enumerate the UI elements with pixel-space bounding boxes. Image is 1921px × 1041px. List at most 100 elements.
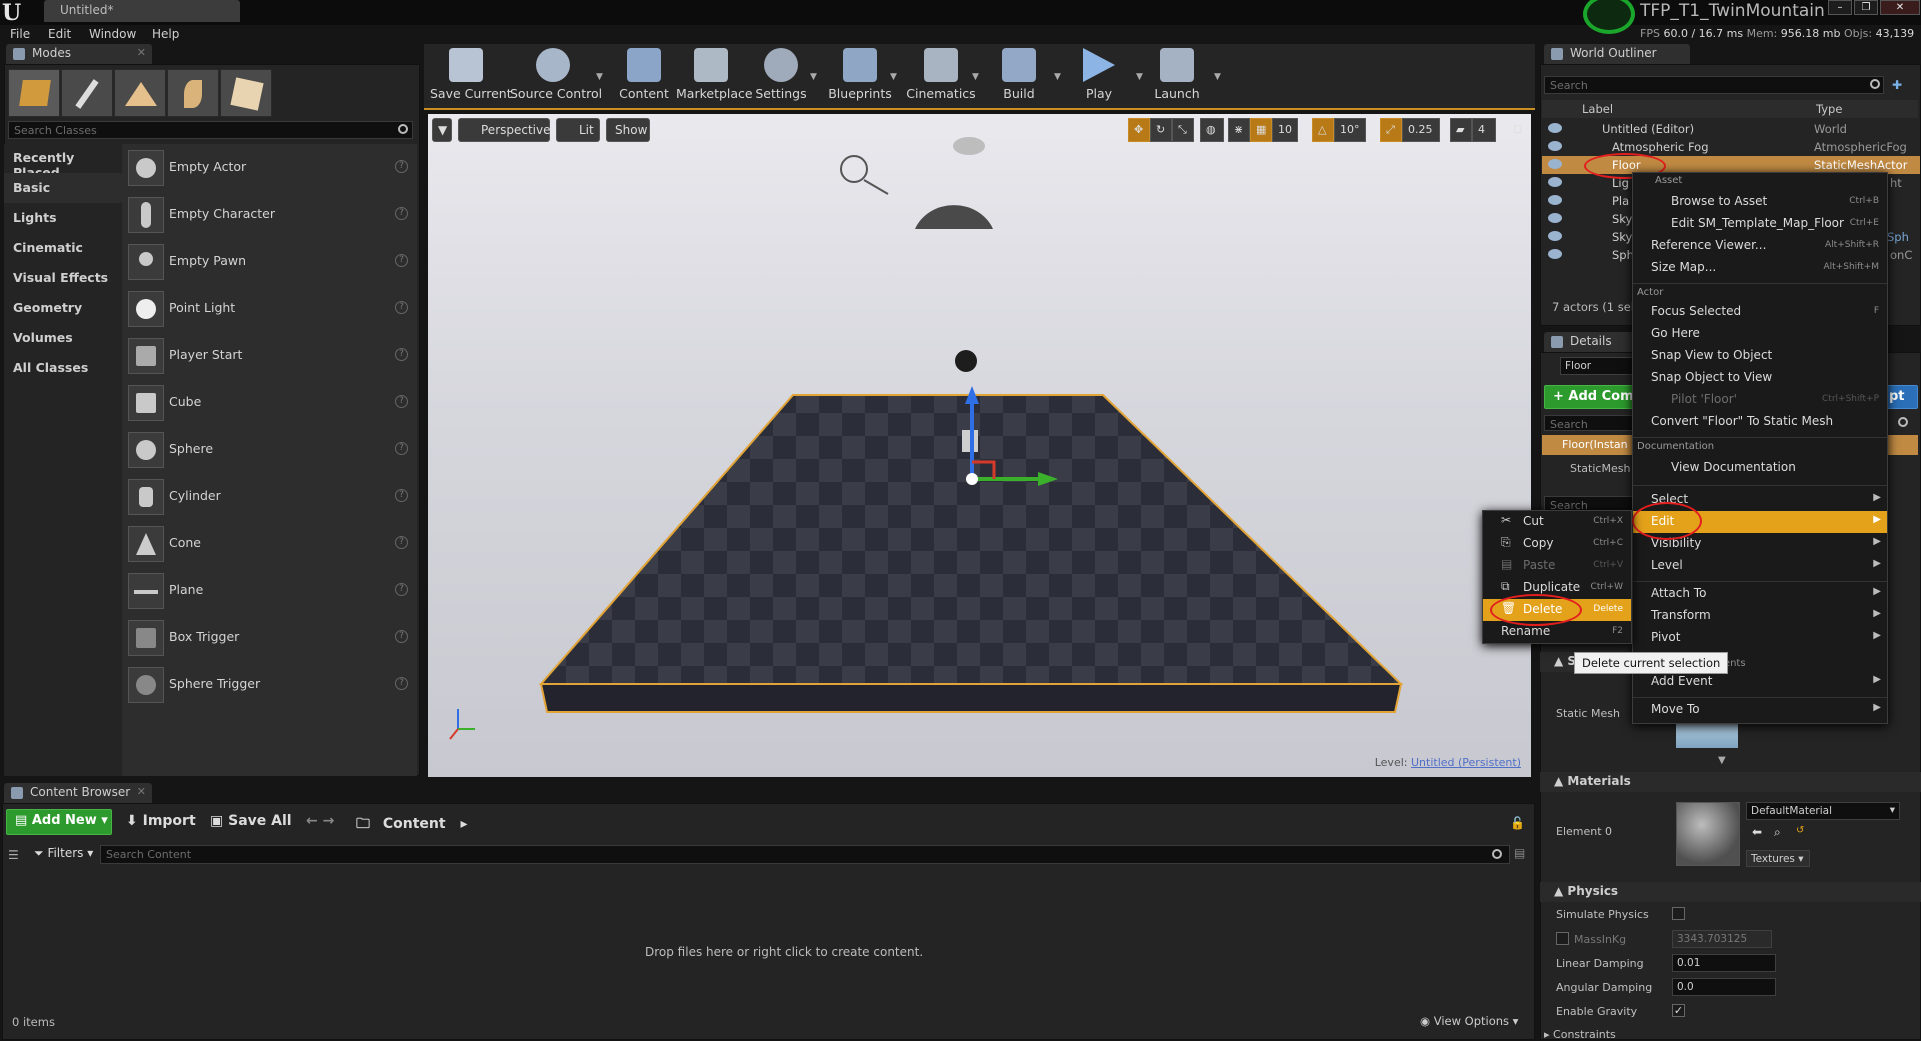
perspective-button[interactable]: Perspective — [458, 118, 551, 142]
add-component-button[interactable]: + Add Comp — [1544, 385, 1636, 409]
grid-snap-button[interactable]: ▦ — [1250, 118, 1272, 142]
browse-to-asset-item[interactable]: Browse to Asset Ctrl+B — [1633, 191, 1887, 213]
reference-viewer-item[interactable]: Reference Viewer... Alt+Shift+R — [1633, 235, 1887, 257]
component-mesh-row[interactable]: StaticMesh — [1570, 462, 1630, 475]
eye-icon[interactable] — [1548, 213, 1562, 223]
simulate-physics-checkbox[interactable] — [1672, 907, 1685, 920]
help-icon[interactable]: ? — [395, 442, 408, 455]
viewport-options-button[interactable]: ▼ — [432, 118, 452, 142]
close-icon[interactable]: ✕ — [137, 785, 146, 798]
menu-help[interactable]: Help — [152, 27, 179, 41]
col-type[interactable]: Type — [1816, 102, 1842, 116]
chevron-down-icon[interactable]: ▼ — [1054, 72, 1061, 82]
category-all-classes[interactable]: All Classes — [13, 360, 88, 375]
list-item[interactable]: Plane? — [124, 570, 414, 613]
list-item[interactable]: Sphere? — [124, 429, 414, 472]
camera-speed-value[interactable]: 4 — [1472, 118, 1496, 142]
close-icon[interactable]: ✕ — [137, 46, 146, 59]
back-forward-buttons[interactable]: ← → — [306, 813, 334, 829]
help-icon[interactable]: ? — [395, 630, 408, 643]
content-button[interactable]: Content — [618, 48, 670, 104]
world-outliner-tab[interactable]: World Outliner — [1544, 44, 1690, 64]
geometry-mode-button[interactable] — [220, 69, 272, 117]
convert-to-static-mesh-item[interactable]: Convert "Floor" To Static Mesh — [1633, 411, 1887, 433]
list-item[interactable]: Player Start? — [124, 335, 414, 378]
physics-section[interactable]: ▲ Physics — [1540, 882, 1921, 902]
eye-icon[interactable] — [1548, 159, 1562, 169]
attach-to-submenu[interactable]: Attach To ▶ — [1633, 583, 1887, 605]
rotation-snap-button[interactable]: △ — [1312, 118, 1334, 142]
lit-button[interactable]: Lit — [556, 118, 600, 142]
modes-tab[interactable]: Modes ✕ — [6, 44, 152, 64]
list-item[interactable]: Point Light? — [124, 288, 414, 331]
world-local-button[interactable]: ◍ — [1200, 118, 1224, 142]
linear-damping-field[interactable]: 0.01 — [1672, 954, 1776, 972]
eye-icon[interactable] — [1548, 141, 1562, 151]
source-control-button[interactable]: Source Control — [510, 48, 602, 104]
category-visual-effects[interactable]: Visual Effects — [13, 270, 108, 285]
textures-button[interactable]: Textures ▾ — [1746, 850, 1810, 867]
show-button[interactable]: Show — [606, 118, 650, 142]
search-icon[interactable]: ⌕ — [1774, 825, 1781, 840]
help-icon[interactable]: ? — [395, 536, 408, 549]
move-to-submenu[interactable]: Move To ▶ — [1633, 699, 1887, 721]
surface-snap-button[interactable]: ⋇ — [1228, 118, 1250, 142]
help-icon[interactable]: ? — [395, 254, 408, 267]
help-icon[interactable]: ? — [395, 160, 408, 173]
category-geometry[interactable]: Geometry — [13, 300, 82, 315]
help-icon[interactable]: ? — [395, 583, 408, 596]
menu-edit[interactable]: Edit — [48, 27, 71, 41]
level-viewport[interactable]: Level: Untitled (Persistent) — [428, 114, 1531, 777]
mass-override-checkbox[interactable] — [1556, 932, 1569, 945]
enable-gravity-checkbox[interactable]: ✓ — [1672, 1004, 1685, 1017]
rename-item[interactable]: Rename F2 — [1483, 621, 1631, 643]
scale-snap-value[interactable]: 0.25 — [1402, 118, 1440, 142]
expand-chevron-icon[interactable]: ▼ — [1718, 755, 1726, 766]
focus-selected-item[interactable]: Focus Selected F — [1633, 301, 1887, 323]
filters-button[interactable]: ⏷ Filters ▾ — [34, 846, 93, 861]
build-button[interactable]: Build — [998, 48, 1040, 104]
chevron-down-icon[interactable]: ▼ — [890, 72, 897, 82]
help-icon[interactable]: ? — [395, 207, 408, 220]
launch-button[interactable]: Launch — [1152, 48, 1202, 104]
rotate-tool-button[interactable]: ↻ — [1150, 118, 1172, 142]
eye-icon[interactable] — [1548, 195, 1562, 205]
actor-name-field[interactable]: Floor — [1560, 357, 1634, 375]
list-item[interactable]: Empty Actor? — [124, 147, 414, 190]
settings-button[interactable]: Settings — [752, 48, 810, 104]
translate-tool-button[interactable]: ✥ — [1128, 118, 1150, 142]
help-icon[interactable]: ? — [395, 301, 408, 314]
minimize-button[interactable]: – — [1828, 0, 1852, 15]
eye-icon[interactable] — [1548, 123, 1562, 133]
level-name[interactable]: Untitled (Persistent) — [1411, 756, 1521, 769]
rotation-snap-value[interactable]: 10° — [1334, 118, 1366, 142]
angular-damping-field[interactable]: 0.0 — [1672, 978, 1776, 996]
material-thumbnail[interactable] — [1676, 802, 1740, 866]
close-button[interactable]: ✕ — [1880, 0, 1920, 15]
cut-item[interactable]: ✂ Cut Ctrl+X — [1483, 511, 1631, 533]
grid-snap-value[interactable]: 10 — [1272, 118, 1298, 142]
search-classes-input[interactable]: Search Classes — [8, 121, 413, 139]
static-mesh-thumbnail[interactable] — [1676, 720, 1738, 748]
category-cinematic[interactable]: Cinematic — [13, 240, 83, 255]
add-event-submenu[interactable]: Add Event ▶ — [1633, 671, 1887, 693]
table-row[interactable]: Atmospheric Fog AtmosphericFog — [1542, 138, 1920, 156]
list-item[interactable]: Cylinder? — [124, 476, 414, 519]
arrow-left-icon[interactable]: ⬅ — [1752, 825, 1762, 839]
landscape-mode-button[interactable] — [114, 69, 166, 117]
chevron-down-icon[interactable]: ▼ — [810, 72, 817, 82]
save-all-button[interactable]: ▣ Save All — [210, 813, 292, 829]
eye-icon[interactable] — [1548, 231, 1562, 241]
paint-mode-button[interactable] — [61, 69, 113, 117]
col-label[interactable]: Label — [1582, 102, 1613, 116]
list-item[interactable]: Cone? — [124, 523, 414, 566]
eye-icon[interactable] — [1548, 249, 1562, 259]
path-content[interactable]: 🗀 Content ▸ — [356, 813, 468, 837]
menu-window[interactable]: Window — [89, 27, 136, 41]
help-icon[interactable]: ? — [395, 489, 408, 502]
content-browser-tab[interactable]: Content Browser ✕ — [4, 783, 152, 803]
menu-file[interactable]: File — [10, 27, 30, 41]
category-lights[interactable]: Lights — [13, 210, 57, 225]
snap-view-to-object-item[interactable]: Snap View to Object — [1633, 345, 1887, 367]
list-item[interactable]: Cube? — [124, 382, 414, 425]
